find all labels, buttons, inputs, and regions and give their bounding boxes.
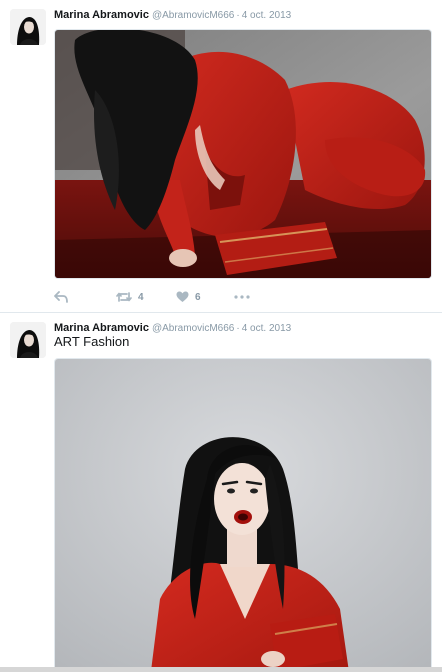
photo-woman-red-dress-reclining: [55, 30, 431, 278]
avatar-portrait-image: [10, 322, 46, 358]
author-name[interactable]: Marina Abramovic: [54, 322, 149, 334]
like-count: 6: [195, 291, 201, 303]
tweet-header: Marina Abramovic @AbramovicM666 · 4 oct. 20…: [54, 8, 291, 23]
next-tweet-edge: [0, 667, 442, 672]
avatar-portrait-image: [10, 9, 46, 45]
retweet-button[interactable]: 4: [116, 288, 144, 306]
author-handle[interactable]: @AbramovicM666: [152, 10, 234, 21]
avatar[interactable]: [10, 9, 46, 45]
heart-icon: [176, 291, 189, 302]
retweet-count: 4: [138, 291, 144, 303]
tweet-actions: 4 6: [54, 288, 314, 306]
tweet-date[interactable]: 4 oct. 2013: [242, 10, 291, 21]
tweet[interactable]: Marina Abramovic @AbramovicM666 · 4 oct. 20…: [0, 0, 442, 313]
tweet-photo[interactable]: [54, 29, 432, 279]
author-name[interactable]: Marina Abramovic: [54, 9, 149, 21]
separator-dot: ·: [236, 323, 240, 334]
like-button[interactable]: 6: [176, 288, 201, 306]
timeline: Marina Abramovic @AbramovicM666 · 4 oct. 20…: [0, 0, 442, 672]
avatar[interactable]: [10, 322, 46, 358]
reply-button[interactable]: [54, 288, 68, 306]
separator-dot: ·: [236, 10, 240, 21]
retweet-icon: [116, 292, 132, 302]
photo-woman-red-jacket-portrait: [55, 359, 431, 672]
more-dots-icon: [234, 295, 250, 299]
tweet-text: ART Fashion: [54, 334, 130, 349]
tweet-photo[interactable]: [54, 358, 432, 672]
more-options-button[interactable]: [234, 288, 250, 306]
tweet[interactable]: Marina Abramovic @AbramovicM666 · 4 oct. 20…: [0, 314, 442, 672]
author-handle[interactable]: @AbramovicM666: [152, 323, 234, 334]
reply-arrow-icon: [54, 291, 68, 303]
tweet-date[interactable]: 4 oct. 2013: [242, 323, 291, 334]
